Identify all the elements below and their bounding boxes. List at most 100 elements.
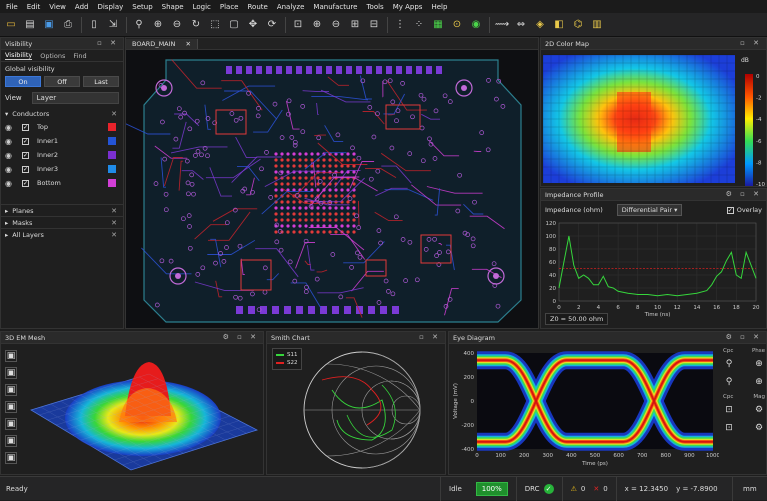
refresh-icon[interactable]: ↻ bbox=[189, 18, 203, 32]
panel-controls[interactable]: ▫ ✕ bbox=[97, 39, 119, 47]
eye-icon[interactable]: ◉ bbox=[5, 151, 16, 160]
zoom-in-icon[interactable]: ⊕ bbox=[753, 376, 765, 388]
wire-icon[interactable]: ▣ bbox=[5, 401, 17, 413]
snap-icon[interactable]: ⁘ bbox=[412, 18, 426, 32]
close-icon[interactable]: ✕ bbox=[185, 40, 190, 48]
menu-analyze[interactable]: Analyze bbox=[277, 3, 305, 11]
panel-controls[interactable]: ⚙ ▫ ✕ bbox=[223, 333, 259, 341]
tab-options[interactable]: Options bbox=[40, 52, 65, 60]
layers-icon[interactable]: ▣ bbox=[5, 350, 17, 362]
move-icon[interactable]: ✥ bbox=[246, 18, 260, 32]
zoom-in-icon[interactable]: ⊕ bbox=[310, 18, 324, 32]
layer-checkbox[interactable]: ✓ bbox=[22, 165, 29, 173]
layer-color-swatch[interactable] bbox=[108, 165, 116, 173]
print-icon[interactable]: ⎙ bbox=[61, 18, 75, 32]
document-icon[interactable]: ▯ bbox=[87, 18, 101, 32]
warnings-cell[interactable]: ⚠ 0 ✕ 0 bbox=[561, 476, 616, 501]
zoom-icon[interactable]: ⚲ bbox=[132, 18, 146, 32]
rotate-icon[interactable]: ⟳ bbox=[265, 18, 279, 32]
export-icon[interactable]: ⇲ bbox=[106, 18, 120, 32]
mesh-canvas[interactable] bbox=[21, 344, 261, 474]
pcb-canvas[interactable] bbox=[126, 50, 538, 328]
tab-board-main[interactable]: BOARD_MAIN ✕ bbox=[126, 38, 198, 49]
menu-setup[interactable]: Setup bbox=[132, 3, 152, 11]
close-icon[interactable]: ✕ bbox=[111, 231, 117, 239]
menu-edit[interactable]: Edit bbox=[27, 3, 41, 11]
menu-manufacture[interactable]: Manufacture bbox=[313, 3, 357, 11]
eye-icon[interactable]: ◉ bbox=[5, 179, 16, 188]
layer-checkbox[interactable]: ✓ bbox=[22, 151, 29, 159]
layer-checkbox[interactable]: ✓ bbox=[22, 137, 29, 145]
menu-route[interactable]: Route bbox=[248, 3, 268, 11]
off-button[interactable]: Off bbox=[44, 76, 80, 87]
layer-row[interactable]: ◉ ✓ Bottom bbox=[1, 176, 123, 190]
via-icon[interactable]: ◉ bbox=[469, 18, 483, 32]
pin-icon[interactable]: ⊙ bbox=[450, 18, 464, 32]
settings-icon[interactable]: ⚙ bbox=[753, 422, 765, 434]
close-icon[interactable]: ✕ bbox=[111, 207, 117, 215]
settings-icon[interactable]: ⚙ bbox=[753, 404, 765, 416]
layer-icon[interactable]: ◧ bbox=[552, 18, 566, 32]
zoom-area-icon[interactable]: ⊞ bbox=[348, 18, 362, 32]
settings-icon[interactable]: ▣ bbox=[5, 452, 17, 464]
close-icon[interactable]: ✕ bbox=[111, 110, 117, 118]
measure-icon[interactable]: ⇔ bbox=[514, 18, 528, 32]
menu-help[interactable]: Help bbox=[431, 3, 447, 11]
cursor-icon[interactable]: ⊡ bbox=[723, 422, 735, 434]
layer-row[interactable]: ◉ ✓ Inner1 bbox=[1, 134, 123, 148]
panel-controls[interactable]: ▫ ✕ bbox=[419, 333, 441, 341]
select-box-icon[interactable]: ⬚ bbox=[208, 18, 222, 32]
drc-icon[interactable]: ◈ bbox=[533, 18, 547, 32]
grid-icon[interactable]: ⋮ bbox=[393, 18, 407, 32]
menu-tools[interactable]: Tools bbox=[366, 3, 383, 11]
mesh-icon[interactable]: ▣ bbox=[5, 367, 17, 379]
cursor-icon[interactable]: ⊡ bbox=[723, 404, 735, 416]
layer-checkbox[interactable]: ✓ bbox=[22, 123, 29, 131]
open-icon[interactable]: ▤ bbox=[23, 18, 37, 32]
overlay-checkbox[interactable]: ✓ Overlay bbox=[726, 206, 762, 214]
panel-controls[interactable]: ⚙ ▫ ✕ bbox=[726, 190, 762, 198]
section-masks[interactable]: ▸ Masks ✕ bbox=[1, 216, 123, 228]
folder-icon[interactable]: ▭ bbox=[4, 18, 18, 32]
zoom-in-icon[interactable]: ⊕ bbox=[753, 358, 765, 370]
surface-icon[interactable]: ▣ bbox=[5, 384, 17, 396]
menu-my-apps[interactable]: My Apps bbox=[393, 3, 423, 11]
layer-color-swatch[interactable] bbox=[108, 179, 116, 187]
layer-row[interactable]: ◉ ✓ Inner3 bbox=[1, 162, 123, 176]
on-button[interactable]: On bbox=[5, 76, 41, 87]
view-select[interactable]: Layer bbox=[31, 92, 119, 104]
probe-icon[interactable]: ⚲ bbox=[723, 358, 735, 370]
tab-visibility[interactable]: Visibility bbox=[5, 51, 33, 60]
menu-add[interactable]: Add bbox=[75, 3, 89, 11]
zoom-in-icon[interactable]: ⊕ bbox=[151, 18, 165, 32]
last-button[interactable]: Last bbox=[83, 76, 119, 87]
section-all-layers[interactable]: ▸ All Layers ✕ bbox=[1, 228, 123, 240]
drc-cell[interactable]: DRC ✓ bbox=[515, 476, 562, 501]
eye-icon[interactable]: ◉ bbox=[5, 165, 16, 174]
menu-shape[interactable]: Shape bbox=[162, 3, 184, 11]
probe-icon[interactable]: ⚲ bbox=[723, 376, 735, 388]
layer-color-swatch[interactable] bbox=[108, 123, 116, 131]
menu-view[interactable]: View bbox=[49, 3, 66, 11]
zoom-out-icon[interactable]: ⊖ bbox=[170, 18, 184, 32]
eye-icon[interactable]: ◉ bbox=[5, 137, 16, 146]
net-icon[interactable]: ⌬ bbox=[571, 18, 585, 32]
layer-color-swatch[interactable] bbox=[108, 151, 116, 159]
menu-logic[interactable]: Logic bbox=[193, 3, 211, 11]
menu-file[interactable]: File bbox=[6, 3, 18, 11]
menu-place[interactable]: Place bbox=[220, 3, 239, 11]
zoom-prev-icon[interactable]: ⊟ bbox=[367, 18, 381, 32]
tab-find[interactable]: Find bbox=[73, 52, 86, 60]
pair-select[interactable]: Differential Pair ▾ bbox=[616, 204, 683, 216]
section-planes[interactable]: ▸ Planes ✕ bbox=[1, 204, 123, 216]
panel-controls[interactable]: ▫ ✕ bbox=[740, 39, 762, 47]
close-icon[interactable]: ✕ bbox=[111, 219, 117, 227]
layer-row[interactable]: ◉ ✓ Inner2 bbox=[1, 148, 123, 162]
select-area-icon[interactable]: ▢ bbox=[227, 18, 241, 32]
menu-display[interactable]: Display bbox=[97, 3, 123, 11]
layer-row[interactable]: ◉ ✓ Top bbox=[1, 120, 123, 134]
layer-color-swatch[interactable] bbox=[108, 137, 116, 145]
save-icon[interactable]: ▣ bbox=[42, 18, 56, 32]
eye-icon[interactable]: ◉ bbox=[5, 123, 16, 132]
units-cell[interactable]: mm bbox=[731, 476, 767, 501]
